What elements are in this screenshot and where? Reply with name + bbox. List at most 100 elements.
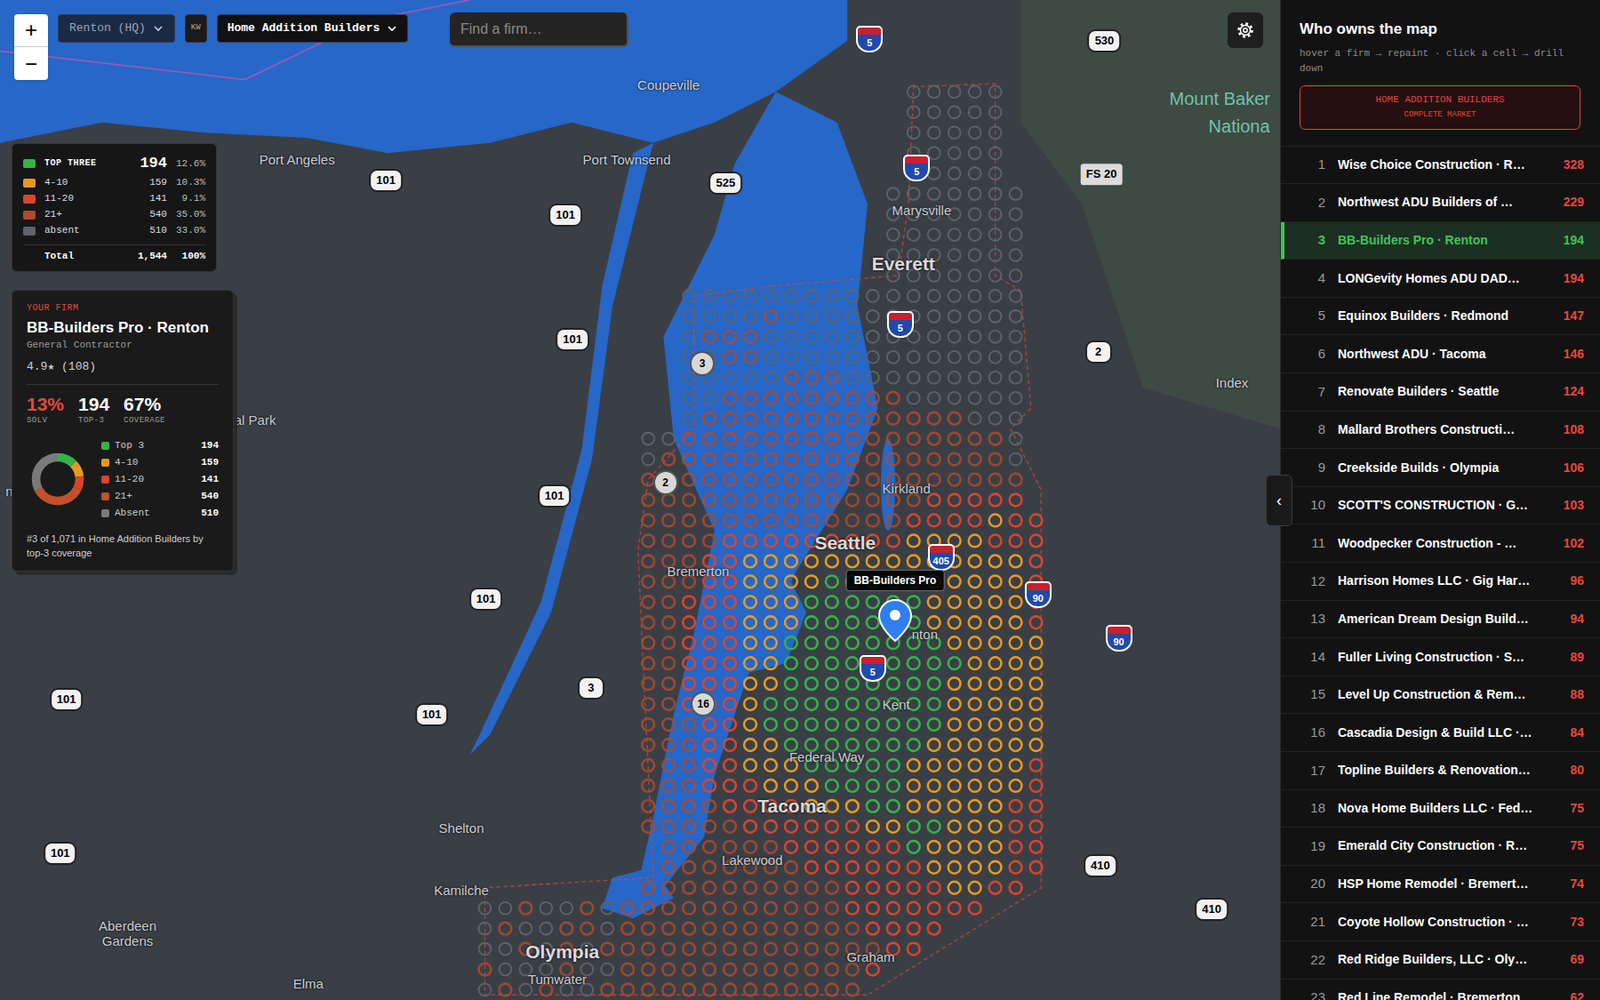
grid-cell[interactable] [662, 820, 675, 833]
grid-cell[interactable] [723, 494, 736, 507]
grid-cell[interactable] [641, 656, 655, 670]
grid-cell[interactable] [479, 963, 492, 976]
grid-cell[interactable] [907, 759, 920, 772]
grid-cell[interactable] [805, 554, 818, 568]
grid-cell[interactable] [744, 351, 757, 364]
grid-cell[interactable] [948, 289, 961, 303]
grid-cell[interactable] [682, 922, 696, 936]
grid-cell[interactable] [825, 494, 839, 507]
grid-cell[interactable] [1030, 759, 1043, 772]
grid-cell[interactable] [744, 963, 757, 976]
grid-cell[interactable] [825, 310, 839, 323]
firm-row[interactable]: 15Level Up Construction & Rem…88 [1280, 676, 1600, 715]
grid-cell[interactable] [784, 779, 798, 792]
grid-cell[interactable] [784, 392, 798, 405]
grid-cell[interactable] [928, 310, 941, 323]
grid-cell[interactable] [641, 595, 655, 608]
grid-cell[interactable] [784, 535, 798, 548]
grid-cell[interactable] [784, 289, 798, 303]
firm-row[interactable]: 1Wise Choice Construction · R…328 [1280, 146, 1600, 185]
grid-cell[interactable] [723, 595, 736, 608]
grid-cell[interactable] [682, 861, 696, 874]
grid-cell[interactable] [662, 922, 675, 936]
firm-row[interactable]: 23Red Line Remodel · Bremerton62 [1280, 979, 1600, 1000]
grid-cell[interactable] [1030, 677, 1043, 690]
grid-cell[interactable] [764, 840, 777, 854]
grid-cell[interactable] [1009, 269, 1023, 282]
grid-cell[interactable] [744, 310, 757, 323]
grid-cell[interactable] [764, 656, 777, 670]
grid-cell[interactable] [928, 412, 941, 425]
grid-cell[interactable] [580, 902, 593, 915]
grid-cell[interactable] [907, 535, 920, 548]
grid-cell[interactable] [948, 861, 961, 874]
grid-cell[interactable] [825, 656, 839, 670]
grid-cell[interactable] [784, 554, 798, 568]
grid-cell[interactable] [968, 840, 982, 854]
grid-cell[interactable] [1030, 861, 1043, 874]
grid-cell[interactable] [805, 453, 818, 466]
grid-cell[interactable] [764, 432, 777, 446]
grid-cell[interactable] [968, 636, 982, 649]
grid-cell[interactable] [682, 473, 696, 487]
grid-cell[interactable] [948, 351, 961, 364]
grid-cell[interactable] [989, 228, 1002, 241]
grid-cell[interactable] [907, 902, 920, 915]
grid-cell[interactable] [723, 738, 736, 752]
firm-row[interactable]: 14Fuller Living Construction · S…89 [1280, 638, 1600, 677]
grid-cell[interactable] [866, 616, 880, 629]
grid-cell[interactable] [989, 126, 1002, 139]
grid-cell[interactable] [1030, 616, 1043, 629]
grid-cell[interactable] [682, 330, 696, 344]
grid-cell[interactable] [846, 432, 859, 446]
grid-cell[interactable] [784, 351, 798, 364]
grid-cell[interactable] [989, 861, 1002, 874]
firm-row[interactable]: 8Mallard Brothers Constructi…108 [1280, 411, 1600, 450]
grid-cell[interactable] [1009, 351, 1023, 364]
grid-cell[interactable] [744, 535, 757, 548]
grid-cell[interactable] [1009, 820, 1023, 833]
grid-cell[interactable] [968, 677, 982, 690]
grid-cell[interactable] [744, 554, 757, 568]
grid-cell[interactable] [866, 289, 880, 303]
grid-cell[interactable] [662, 881, 675, 895]
grid-cell[interactable] [989, 535, 1002, 548]
grid-cell[interactable] [989, 412, 1002, 425]
grid-cell[interactable] [968, 616, 982, 629]
grid-cell[interactable] [928, 697, 941, 711]
grid-cell[interactable] [641, 963, 655, 976]
location-dropdown[interactable]: Renton (HQ) [57, 14, 176, 43]
grid-cell[interactable] [764, 535, 777, 548]
grid-cell[interactable] [764, 984, 777, 997]
grid-cell[interactable] [723, 330, 736, 344]
grid-cell[interactable] [825, 595, 839, 608]
grid-cell[interactable] [887, 535, 900, 548]
grid-cell[interactable] [479, 943, 492, 956]
grid-cell[interactable] [846, 718, 859, 731]
grid-cell[interactable] [968, 269, 982, 282]
grid-cell[interactable] [744, 330, 757, 344]
grid-cell[interactable] [805, 412, 818, 425]
grid-cell[interactable] [805, 494, 818, 507]
grid-cell[interactable] [1009, 677, 1023, 690]
grid-cell[interactable] [479, 984, 492, 997]
grid-cell[interactable] [805, 984, 818, 997]
grid-cell[interactable] [744, 820, 757, 833]
grid-cell[interactable] [744, 392, 757, 405]
grid-cell[interactable] [662, 453, 675, 466]
grid-cell[interactable] [764, 412, 777, 425]
grid-cell[interactable] [866, 963, 880, 976]
grid-cell[interactable] [805, 779, 818, 792]
grid-cell[interactable] [989, 800, 1002, 813]
grid-cell[interactable] [928, 759, 941, 772]
grid-cell[interactable] [928, 432, 941, 446]
grid-cell[interactable] [662, 984, 675, 997]
grid-cell[interactable] [499, 984, 512, 997]
grid-cell[interactable] [887, 656, 900, 670]
grid-cell[interactable] [723, 616, 736, 629]
firm-row[interactable]: 22Red Ridge Builders, LLC · Oly…69 [1280, 941, 1600, 980]
grid-cell[interactable] [703, 432, 716, 446]
grid-cell[interactable] [1009, 840, 1023, 854]
grid-cell[interactable] [887, 779, 900, 792]
grid-cell[interactable] [948, 432, 961, 446]
